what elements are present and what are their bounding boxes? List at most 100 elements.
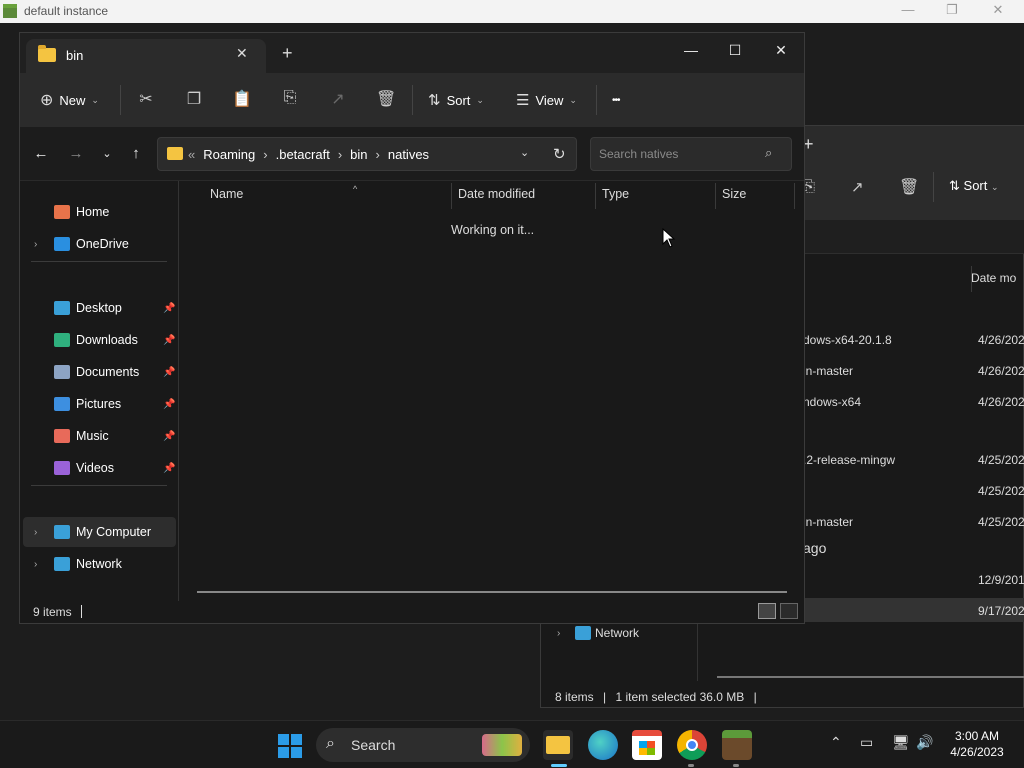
details-view-icon[interactable] — [758, 603, 776, 619]
computer-icon — [54, 525, 70, 539]
delete-icon[interactable]: 🗑 — [376, 89, 396, 109]
maximize-button[interactable]: ☐ — [712, 37, 758, 63]
sort-button[interactable]: ⇅ Sort ⌄ — [428, 87, 484, 113]
expand-chevron-icon[interactable]: › — [34, 239, 37, 250]
column-divider[interactable] — [715, 183, 716, 209]
rename-icon[interactable]: ⎘ — [280, 89, 300, 109]
chrome-center-icon — [686, 739, 698, 751]
pin-icon[interactable]: 📌 — [163, 303, 175, 314]
back-row-name[interactable]: in-master — [803, 364, 853, 378]
expand-chevron-icon[interactable]: › — [34, 527, 37, 538]
column-divider[interactable] — [794, 183, 795, 209]
search-input[interactable]: Search natives ⌕ — [590, 137, 792, 171]
sidebar-item-my-computer[interactable]: › My Computer — [23, 517, 176, 547]
breadcrumb-separator-icon[interactable]: › — [376, 147, 380, 162]
horizontal-scrollbar[interactable] — [717, 676, 1024, 678]
sidebar-item-desktop[interactable]: Desktop 📌 — [23, 293, 176, 323]
maximize-button[interactable]: ❐ — [930, 2, 974, 20]
store-icon[interactable] — [632, 730, 662, 760]
sidebar-item-pictures[interactable]: Pictures 📌 — [23, 389, 176, 419]
pin-icon[interactable]: 📌 — [163, 399, 175, 410]
breadcrumb-separator-icon[interactable]: › — [263, 147, 267, 162]
breadcrumb-natives[interactable]: natives — [388, 147, 429, 162]
cut-icon[interactable]: ✂ — [136, 89, 156, 109]
tiles-view-icon[interactable] — [780, 603, 798, 619]
breadcrumb-roaming[interactable]: Roaming — [203, 147, 255, 162]
sidebar-item-documents[interactable]: Documents 📌 — [23, 357, 176, 387]
sidebar-item-videos[interactable]: Videos 📌 — [23, 453, 176, 483]
column-header-date-modified[interactable]: Date modified — [458, 187, 535, 201]
selection-size: 36.0 MB — [699, 690, 745, 704]
minimize-button[interactable]: — — [886, 2, 930, 20]
volume-icon[interactable]: 🔊 — [916, 734, 933, 751]
back-arrow-icon[interactable]: ← — [30, 143, 52, 165]
tab-bin[interactable]: bin ✕ — [26, 39, 266, 73]
view-button[interactable]: ☰ View ⌄ — [516, 87, 577, 113]
system-clock[interactable]: 3:00 AM 4/26/2023 — [940, 728, 1014, 760]
edge-icon[interactable] — [588, 730, 618, 760]
back-row-name[interactable]: .2-release-mingw — [803, 453, 895, 467]
sidebar-item-network[interactable]: › Network — [23, 549, 176, 579]
file-explorer-window[interactable]: bin ✕ + — ☐ ✕ ⊕ New ⌄ ✂ ❐ 📋 ⎘ ↗ 🗑 ⇅ Sort… — [19, 32, 805, 624]
share-icon[interactable]: ↗ — [328, 89, 348, 109]
home-icon — [54, 205, 70, 219]
sidebar-item-home[interactable]: ›Home — [23, 197, 176, 227]
recent-locations-icon[interactable]: ⌄ — [96, 143, 118, 165]
breadcrumb-overflow[interactable]: « — [188, 147, 195, 162]
back-window-sort-button[interactable]: ⇅ Sort ⌄ — [949, 178, 999, 194]
address-bar[interactable]: « Roaming › .betacraft › bin › natives ⌄… — [157, 137, 577, 171]
paste-icon[interactable]: 📋 — [232, 89, 252, 109]
sidebar-item-label: Music — [76, 429, 109, 443]
sidebar-item-downloads[interactable]: Downloads 📌 — [23, 325, 176, 355]
copy-icon[interactable]: ❐ — [184, 89, 204, 109]
pin-icon[interactable]: 📌 — [163, 431, 175, 442]
sidebar-item-music[interactable]: Music 📌 — [23, 421, 176, 451]
file-explorer-taskbar-icon[interactable] — [543, 730, 573, 760]
share-icon[interactable]: ↗ — [851, 178, 864, 196]
breadcrumb-betacraft[interactable]: .betacraft — [276, 147, 330, 162]
sidebar-item-onedrive[interactable]: › OneDrive — [23, 229, 176, 259]
back-row-name[interactable]: dows-x64-20.1.8 — [803, 333, 892, 347]
close-tab-icon[interactable]: ✕ — [236, 45, 248, 62]
chrome-icon[interactable] — [677, 730, 707, 760]
column-header-name[interactable]: Name ^ — [210, 184, 357, 201]
forward-arrow-icon[interactable]: → — [65, 143, 87, 165]
column-divider[interactable] — [451, 183, 452, 209]
column-header-date[interactable]: Date mo — [971, 271, 1016, 285]
up-arrow-icon[interactable]: ↑ — [125, 143, 147, 165]
pin-icon[interactable]: 📌 — [163, 367, 175, 378]
delete-icon[interactable]: 🗑 — [899, 177, 919, 197]
background-window-titlebar[interactable]: default instance — ❐ ✕ — [0, 0, 1024, 23]
new-tab-button[interactable]: + — [282, 43, 293, 64]
expand-chevron-icon[interactable]: › — [34, 559, 37, 570]
network-status-icon[interactable]: 🖥 — [892, 734, 910, 751]
address-dropdown-icon[interactable]: ⌄ — [520, 146, 529, 159]
breadcrumb-separator-icon[interactable]: › — [338, 147, 342, 162]
column-header-type[interactable]: Type — [602, 187, 629, 201]
start-button[interactable] — [277, 733, 303, 759]
sort-ascending-icon: ^ — [353, 184, 358, 194]
store-logo-icon — [639, 741, 655, 755]
breadcrumb-bin[interactable]: bin — [350, 147, 367, 162]
pin-icon[interactable]: 📌 — [163, 463, 175, 474]
sidebar-item-network[interactable]: › Network — [555, 626, 705, 656]
column-header-size[interactable]: Size — [722, 187, 746, 201]
back-row-name[interactable]: ago — [803, 540, 826, 556]
keyboard-icon[interactable]: ▭ — [860, 734, 873, 751]
show-hidden-icons-icon[interactable]: ⌃ — [830, 734, 842, 751]
new-button[interactable]: ⊕ New ⌄ — [40, 87, 99, 113]
pin-icon[interactable]: 📌 — [163, 335, 175, 346]
taskbar-search-box[interactable]: ⌕ Search — [316, 728, 530, 762]
back-row-name[interactable]: in-master — [803, 515, 853, 529]
back-row-name[interactable]: ndows-x64 — [803, 395, 861, 409]
minecraft-taskbar-icon[interactable] — [722, 730, 752, 760]
sidebar-item-label: Desktop — [76, 301, 122, 315]
refresh-icon[interactable]: ↻ — [553, 145, 566, 163]
more-options-icon[interactable]: ••• — [612, 87, 620, 113]
close-window-button[interactable]: ✕ — [758, 37, 804, 63]
horizontal-scrollbar[interactable] — [197, 591, 787, 593]
minimize-button[interactable]: — — [668, 37, 714, 63]
column-divider[interactable] — [595, 183, 596, 209]
chevron-down-icon: ⌄ — [991, 182, 999, 192]
close-button[interactable]: ✕ — [976, 2, 1020, 20]
